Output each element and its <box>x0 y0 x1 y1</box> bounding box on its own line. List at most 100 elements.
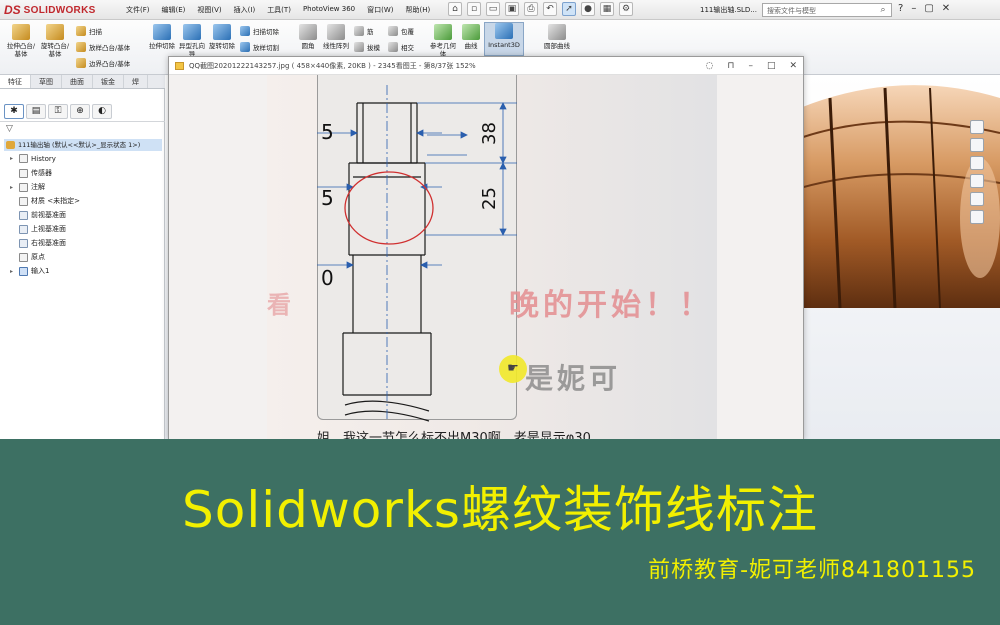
tree-item-label: 输入1 <box>31 267 50 275</box>
design-library-icon[interactable] <box>970 138 984 152</box>
tree-item-top-plane[interactable]: 上视基准面 <box>10 224 66 234</box>
loft-cut-label: 放样切割 <box>253 44 279 52</box>
sensor-icon <box>19 168 28 178</box>
loft-cut-icon <box>240 42 250 52</box>
minimize-icon[interactable]: – <box>748 57 753 75</box>
file-properties-icon[interactable]: ▦ <box>600 2 614 16</box>
maximize-icon[interactable]: □ <box>767 57 776 75</box>
loft-cut-button[interactable]: 放样切割 <box>240 42 279 52</box>
loft-button[interactable]: 放样凸台/基体 <box>76 42 130 52</box>
new-file-icon[interactable]: ▫ <box>467 2 481 16</box>
display-manager-tab-icon[interactable]: ◐ <box>92 104 112 119</box>
curves-button[interactable]: 曲线 <box>460 24 482 50</box>
property-manager-tab-icon[interactable]: ▤ <box>26 104 46 119</box>
traffic-light-icon[interactable]: ● <box>581 2 595 16</box>
rib-button[interactable]: 筋 <box>354 26 374 36</box>
appearances-icon[interactable] <box>970 192 984 206</box>
restore-icon[interactable]: ▢ <box>924 3 933 14</box>
tree-item-material[interactable]: 材质 <未指定> <box>10 196 80 206</box>
wrap-label: 包覆 <box>401 28 414 36</box>
menu-insert[interactable]: 插入(I) <box>228 5 262 15</box>
open-file-icon[interactable]: ▭ <box>486 2 500 16</box>
undo-icon[interactable]: ↶ <box>543 2 557 16</box>
tree-root-part[interactable]: 111输出轴 (默认<<默认>_显示状态 1>) <box>4 139 162 151</box>
search-input[interactable]: 搜索文件与模型 <box>762 3 892 17</box>
menu-file[interactable]: 文件(F) <box>120 5 156 15</box>
hole-wizard-button[interactable]: 异型孔向导 <box>178 24 206 58</box>
revolve-boss-icon <box>46 24 64 40</box>
main-menu: 文件(F) 编辑(E) 视图(V) 插入(I) 工具(T) PhotoView … <box>120 5 436 15</box>
viewer-title-bar[interactable]: QQ截图20201222143257.jpg ( 458×440像素, 20KB… <box>169 57 803 75</box>
intersect-button[interactable]: 相交 <box>388 42 414 52</box>
configuration-manager-tab-icon[interactable]: ⚿ <box>48 104 68 119</box>
pin-icon[interactable]: ⊓ <box>727 57 734 75</box>
menu-window[interactable]: 窗口(W) <box>361 5 399 15</box>
fillet-button[interactable]: 圆角 <box>296 24 320 50</box>
close-icon[interactable]: ✕ <box>942 3 950 14</box>
home-icon[interactable]: ⌂ <box>448 2 462 16</box>
file-explorer-icon[interactable] <box>970 156 984 170</box>
revolve-boss-button[interactable]: 旋转凸台/基体 <box>40 24 70 58</box>
print-icon[interactable]: ⎙ <box>524 2 538 16</box>
sweep-cut-button[interactable]: 扫描切除 <box>240 26 279 36</box>
tab-sketch[interactable]: 草图 <box>31 75 62 88</box>
image-viewer-window[interactable]: QQ截图20201222143257.jpg ( 458×440像素, 20KB… <box>168 56 804 440</box>
instant3d-button[interactable]: Instant3D <box>484 22 524 56</box>
tree-item-imported1[interactable]: ▸ 输入1 <box>10 266 49 276</box>
tab-weldments[interactable]: 焊 <box>124 75 148 88</box>
tree-item-right-plane[interactable]: 右视基准面 <box>10 238 66 248</box>
viewer-canvas[interactable]: 看 5 5 0 38 25 晚的开始！！ 是妮可 ☛ 姐，我这一节怎么标不出M3… <box>169 75 803 439</box>
select-pointer-icon[interactable]: ➚ <box>562 2 576 16</box>
window-controls: ? – ▢ ✕ <box>898 3 950 14</box>
menu-view[interactable]: 视图(V) <box>191 5 227 15</box>
expand-arrow-icon[interactable]: ▸ <box>10 184 16 191</box>
filter-icon[interactable]: ▽ <box>6 124 13 134</box>
section-curve-icon <box>548 24 566 40</box>
extrude-boss-button[interactable]: 拉伸凸台/基体 <box>6 24 36 58</box>
tab-surfaces[interactable]: 曲面 <box>62 75 93 88</box>
save-icon[interactable]: ▣ <box>505 2 519 16</box>
tree-item-sensors[interactable]: 传感器 <box>10 168 52 178</box>
tree-item-label: 传感器 <box>31 169 52 177</box>
custom-properties-icon[interactable] <box>970 210 984 224</box>
sweep-label: 扫描 <box>89 28 102 36</box>
draft-button[interactable]: 拔模 <box>354 42 380 52</box>
tree-item-front-plane[interactable]: 前视基准面 <box>10 210 66 220</box>
feature-tree-tab-icon[interactable]: ✱ <box>4 104 24 119</box>
search-icon[interactable]: ⌕ <box>876 3 890 17</box>
draft-icon <box>354 42 364 52</box>
boundary-button[interactable]: 边界凸台/基体 <box>76 58 130 68</box>
minimize-icon[interactable]: – <box>911 3 916 14</box>
tree-item-origin[interactable]: 原点 <box>10 252 45 262</box>
section-curve-button[interactable]: 圆部曲线 <box>542 24 572 50</box>
video-caption: 姐，我这一节怎么标不出M30啊，老是显示φ30 <box>317 431 591 439</box>
view-palette-icon[interactable] <box>970 174 984 188</box>
expand-arrow-icon[interactable]: ▸ <box>10 268 16 275</box>
menu-help[interactable]: 帮助(H) <box>400 5 437 15</box>
extrude-cut-button[interactable]: 拉伸切除 <box>148 24 176 50</box>
reference-geometry-button[interactable]: 参考几何体 <box>428 24 458 58</box>
tab-sheet-metal[interactable]: 钣金 <box>93 75 124 88</box>
sweep-button[interactable]: 扫描 <box>76 26 102 36</box>
menu-tools[interactable]: 工具(T) <box>261 5 297 15</box>
wrap-button[interactable]: 包覆 <box>388 26 414 36</box>
help-icon[interactable]: ? <box>898 3 903 14</box>
curves-label: 曲线 <box>464 42 478 50</box>
tree-item-history[interactable]: ▸ History <box>10 154 56 163</box>
viewer-title: QQ截图20201222143257.jpg ( 458×440像素, 20KB… <box>189 62 476 70</box>
solidworks-logo[interactable]: DS SOLIDWORKS <box>4 2 104 18</box>
tree-item-annotations[interactable]: ▸ 注解 <box>10 182 45 192</box>
dimension-label-5a: 5 <box>321 120 334 144</box>
linear-pattern-button[interactable]: 线性阵列 <box>322 24 350 50</box>
tree-item-label: 材质 <未指定> <box>31 197 80 205</box>
menu-edit[interactable]: 编辑(E) <box>156 5 192 15</box>
menu-photoview[interactable]: PhotoView 360 <box>297 5 361 15</box>
gear-icon[interactable]: ⚙ <box>619 2 633 16</box>
dimxpert-tab-icon[interactable]: ⊕ <box>70 104 90 119</box>
resources-icon[interactable] <box>970 120 984 134</box>
tab-features[interactable]: 特征 <box>0 75 31 88</box>
expand-arrow-icon[interactable]: ▸ <box>10 155 16 162</box>
revolve-cut-button[interactable]: 旋转切除 <box>208 24 236 50</box>
close-icon[interactable]: ✕ <box>789 57 797 75</box>
skin-icon[interactable]: ◌ <box>706 57 714 75</box>
